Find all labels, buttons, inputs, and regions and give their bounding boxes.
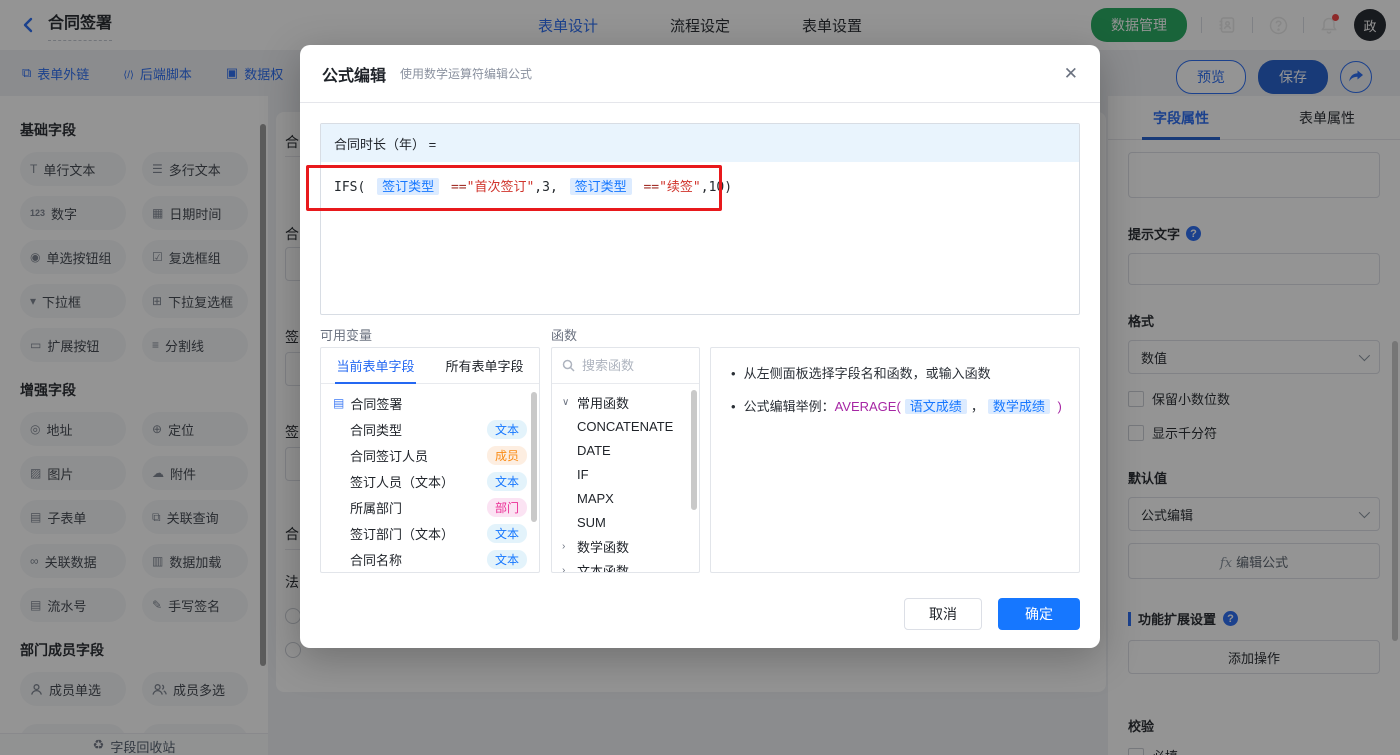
variable-field-row[interactable]: 签订人员（文本） 文本	[321, 468, 539, 494]
formula-token: IFS(	[334, 180, 374, 195]
variable-field-name: 签订人员（文本）	[350, 474, 455, 490]
chevron-right-icon: ›	[562, 564, 566, 573]
variable-field-row[interactable]: 合同签订人员 成员	[321, 442, 539, 468]
formula-help-panel: • 从左侧面板选择字段名和函数，或输入函数 • 公式编辑举例：AVERAGE(语文…	[710, 347, 1080, 573]
form-node-label: 合同签署	[350, 396, 403, 412]
chevron-down-icon: ∨	[562, 396, 570, 408]
modal-subtitle: 使用数学运算符编辑公式	[400, 67, 533, 81]
cancel-button[interactable]: 取消	[904, 598, 982, 630]
field-type-tag: 文本	[486, 549, 527, 569]
confirm-button[interactable]: 确定	[998, 598, 1080, 630]
variables-panel: 当前表单字段 所有表单字段 ▤ 合同签署 合同类型 文本 合同签订人员 成员 签订人员（文本）…	[320, 347, 540, 573]
functions-scrollbar[interactable]	[691, 390, 697, 510]
formula-editor-box[interactable]: 合同时长（年） = IFS( 签订类型 =="首次签订",3, 签订类型 =="…	[320, 123, 1080, 315]
variable-field-row[interactable]: 合同名称 文本	[321, 546, 539, 572]
functions-label: 函数	[551, 328, 578, 343]
function-item[interactable]: CONCATENATE	[552, 414, 699, 438]
formula-token: "续签"	[659, 180, 701, 195]
variables-label: 可用变量	[320, 328, 373, 343]
chevron-right-icon: ›	[562, 540, 566, 552]
variable-field-row[interactable]: 签订部门（文本） 文本	[321, 520, 539, 546]
function-item[interactable]: SUM	[552, 510, 699, 534]
variable-field-row-partial	[321, 572, 539, 573]
example-field-chip: 数学成绩	[987, 399, 1050, 414]
close-icon[interactable]: ✕	[1064, 65, 1078, 82]
function-group-label: 文本函数	[577, 563, 630, 573]
help-line-1: • 从左侧面板选择字段名和函数，或输入函数	[731, 366, 991, 381]
modal-title: 公式编辑	[322, 67, 387, 85]
variable-field-name: 合同类型	[350, 422, 403, 438]
field-type-tag: 文本	[486, 419, 527, 439]
function-group-label: 数学函数	[577, 539, 630, 555]
field-type-tag: 文本	[486, 523, 527, 543]
formula-target: 合同时长（年） =	[321, 124, 1079, 162]
functions-panel: ∨ 常用函数 CONCATENATEDATEIFMAPXSUM › 数学函数 › 文本函数	[551, 347, 700, 573]
field-type-tag: 部门	[486, 497, 527, 517]
help-line-2: • 公式编辑举例：AVERAGE(语文成绩，数学成绩 )	[731, 399, 1062, 414]
variables-scrollbar[interactable]	[531, 392, 537, 522]
variable-field-name: 合同名称	[350, 552, 403, 568]
field-type-tag: 文本	[486, 471, 527, 491]
function-group-collapsed[interactable]: › 文本函数	[552, 558, 699, 573]
function-item[interactable]: IF	[552, 462, 699, 486]
example-field-chip: 语文成绩	[904, 399, 967, 414]
function-search	[552, 348, 699, 384]
variables-tab-1[interactable]: 当前表单字段	[321, 348, 430, 384]
field-chip[interactable]: 签订类型	[569, 178, 632, 195]
formula-token: ,10)	[700, 180, 733, 195]
formula-token: ==	[443, 180, 467, 195]
variable-field-name: 签订部门（文本）	[350, 526, 455, 542]
function-search-input[interactable]	[582, 358, 682, 373]
variable-field-name: 合同签订人员	[350, 448, 429, 464]
formula-expression[interactable]: IFS( 签订类型 =="首次签订",3, 签订类型 =="续签",10)	[321, 162, 1079, 209]
function-group-collapsed[interactable]: › 数学函数	[552, 534, 699, 558]
variable-field-row[interactable]: 合同类型 文本	[321, 416, 539, 442]
formula-editor-modal: 公式编辑 使用数学运算符编辑公式 ✕ 合同时长（年） = IFS( 签订类型 =…	[300, 45, 1100, 648]
field-chip[interactable]: 签订类型	[377, 178, 440, 195]
variable-field-name: 所属部门	[350, 500, 403, 516]
formula-token: "首次签订"	[466, 180, 535, 195]
variable-field-row[interactable]: 所属部门 部门	[321, 494, 539, 520]
function-item[interactable]: DATE	[552, 438, 699, 462]
form-doc-icon: ▤	[333, 396, 345, 410]
app-root: 合同签署 表单设计 流程设定 表单设置 数据管理 政 ⧉ 表单外链 ⟨/⟩ 后端…	[0, 0, 1400, 755]
function-item[interactable]: MAPX	[552, 486, 699, 510]
variables-form-node[interactable]: ▤ 合同签署	[321, 390, 539, 416]
search-icon	[562, 359, 575, 372]
field-type-tag: 成员	[486, 445, 527, 465]
formula-token: ==	[635, 180, 660, 195]
function-group-expanded[interactable]: ∨ 常用函数	[552, 390, 699, 414]
function-group-label: 常用函数	[577, 395, 630, 411]
variables-tab-2[interactable]: 所有表单字段	[430, 348, 539, 383]
formula-token: ,3,	[534, 180, 566, 195]
